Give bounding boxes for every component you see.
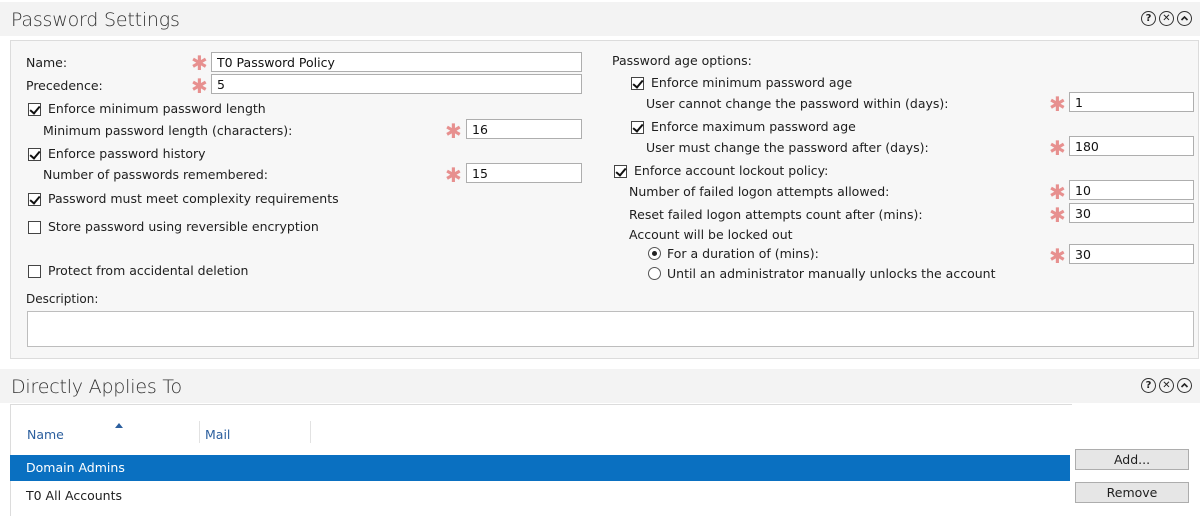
min-age-label: User cannot change the password within (… bbox=[646, 96, 949, 111]
enforce-max-age-checkbox[interactable] bbox=[631, 121, 644, 134]
precedence-input[interactable] bbox=[211, 74, 582, 94]
complexity-checkbox[interactable] bbox=[28, 193, 41, 206]
required-star: ✱ bbox=[1049, 92, 1066, 116]
locked-out-label: Account will be locked out bbox=[629, 227, 793, 242]
help-icon[interactable]: ? bbox=[1141, 378, 1156, 393]
description-label: Description: bbox=[26, 292, 99, 306]
min-age-input[interactable] bbox=[1069, 92, 1194, 112]
name-label: Name: bbox=[26, 55, 68, 70]
close-icon[interactable]: ✕ bbox=[1159, 378, 1174, 393]
enforce-min-age-checkbox[interactable] bbox=[631, 77, 644, 90]
column-header-name[interactable]: Name bbox=[27, 427, 64, 442]
max-age-label: User must change the password after (day… bbox=[646, 140, 929, 155]
column-divider bbox=[199, 421, 200, 443]
password-settings-title: Password Settings bbox=[11, 9, 180, 31]
required-star: ✱ bbox=[191, 74, 208, 98]
min-length-label: Minimum password length (characters): bbox=[43, 123, 293, 138]
required-star: ✱ bbox=[1049, 180, 1066, 204]
max-age-input[interactable] bbox=[1069, 136, 1194, 156]
required-star: ✱ bbox=[191, 51, 208, 75]
password-age-options-label: Password age options: bbox=[612, 53, 752, 68]
column-header-mail[interactable]: Mail bbox=[205, 427, 230, 442]
enforce-history-label: Enforce password history bbox=[48, 146, 206, 161]
duration-radio[interactable] bbox=[648, 247, 661, 260]
password-settings-panel: Name: ✱ Precedence: ✱ Enforce minimum pa… bbox=[10, 40, 1199, 359]
min-length-input[interactable] bbox=[466, 119, 582, 139]
sort-ascending-icon bbox=[115, 423, 123, 428]
add-button[interactable]: Add... bbox=[1075, 449, 1189, 470]
row-name: Domain Admins bbox=[26, 460, 125, 475]
name-input[interactable] bbox=[211, 52, 582, 72]
admin-unlock-label: Until an administrator manually unlocks … bbox=[667, 266, 996, 281]
failed-attempts-input[interactable] bbox=[1069, 180, 1194, 200]
reversible-encryption-label: Store password using reversible encrypti… bbox=[48, 219, 319, 234]
password-settings-header-icons: ? ✕ bbox=[1141, 11, 1192, 26]
required-star: ✱ bbox=[445, 163, 462, 187]
protect-deletion-checkbox[interactable] bbox=[28, 265, 41, 278]
table-row[interactable]: Domain Admins bbox=[10, 455, 1070, 481]
lockout-policy-checkbox[interactable] bbox=[614, 165, 627, 178]
enforce-min-length-checkbox[interactable] bbox=[28, 103, 41, 116]
table-row[interactable]: T0 All Accounts bbox=[10, 483, 1070, 509]
description-textarea[interactable] bbox=[27, 311, 1194, 347]
passwords-remembered-label: Number of passwords remembered: bbox=[43, 167, 268, 182]
enforce-max-age-label: Enforce maximum password age bbox=[651, 119, 856, 134]
passwords-remembered-input[interactable] bbox=[466, 163, 582, 183]
duration-input[interactable] bbox=[1069, 244, 1194, 264]
lockout-policy-label: Enforce account lockout policy: bbox=[634, 163, 829, 178]
reset-count-input[interactable] bbox=[1069, 203, 1194, 223]
enforce-min-length-label: Enforce minimum password length bbox=[48, 101, 266, 116]
complexity-label: Password must meet complexity requiremen… bbox=[48, 191, 339, 206]
required-star: ✱ bbox=[445, 119, 462, 143]
reset-count-label: Reset failed logon attempts count after … bbox=[629, 207, 923, 222]
applies-to-header-icons: ? ✕ bbox=[1141, 378, 1192, 393]
help-icon[interactable]: ? bbox=[1141, 11, 1156, 26]
close-icon[interactable]: ✕ bbox=[1159, 11, 1174, 26]
reversible-encryption-checkbox[interactable] bbox=[28, 221, 41, 234]
failed-attempts-label: Number of failed logon attempts allowed: bbox=[629, 184, 890, 199]
password-settings-header: Password Settings ? ✕ bbox=[0, 2, 1200, 36]
remove-button[interactable]: Remove bbox=[1075, 482, 1189, 503]
required-star: ✱ bbox=[1049, 136, 1066, 160]
enforce-min-age-label: Enforce minimum password age bbox=[651, 75, 853, 90]
row-name: T0 All Accounts bbox=[26, 488, 123, 503]
applies-to-title: Directly Applies To bbox=[11, 376, 182, 398]
applies-to-header: Directly Applies To ? ✕ bbox=[0, 369, 1200, 403]
protect-deletion-label: Protect from accidental deletion bbox=[48, 263, 249, 278]
required-star: ✱ bbox=[1049, 203, 1066, 227]
duration-label: For a duration of (mins): bbox=[667, 246, 819, 261]
enforce-history-checkbox[interactable] bbox=[28, 148, 41, 161]
required-star: ✱ bbox=[1049, 244, 1066, 268]
collapse-icon[interactable] bbox=[1177, 11, 1192, 26]
precedence-label: Precedence: bbox=[26, 78, 103, 93]
column-divider bbox=[310, 421, 311, 443]
collapse-icon[interactable] bbox=[1177, 378, 1192, 393]
admin-unlock-radio[interactable] bbox=[648, 267, 661, 280]
